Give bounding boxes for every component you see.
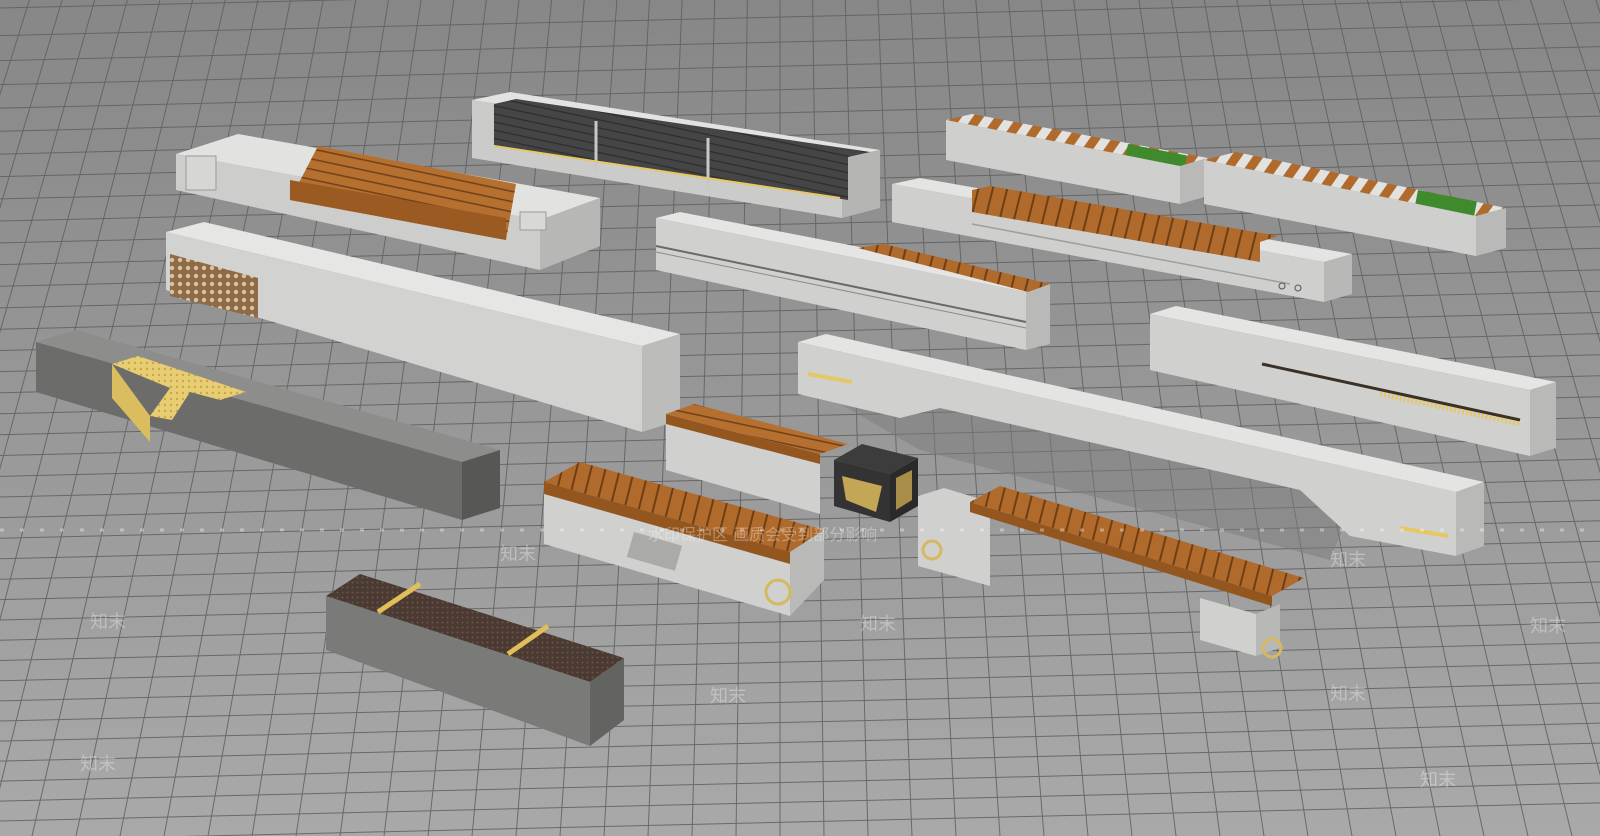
- watermark-mark: 知末: [500, 544, 536, 565]
- watermark-mark: 知末: [90, 612, 126, 633]
- watermark-mark: 知末: [860, 614, 896, 635]
- watermark-mark: 知末: [1330, 684, 1366, 705]
- watermark-mark: 知末: [1330, 550, 1366, 571]
- watermark-mark: 知末: [80, 754, 116, 775]
- watermark-mark: 知末: [1420, 770, 1456, 791]
- watermark-mark: 知末: [710, 686, 746, 707]
- watermark-mark: 知末: [1530, 616, 1566, 637]
- scene-canvas: 水印保护区 画质会受到部分影响 知末 知末 知末 知末 知末 知末 知末 知末 …: [0, 0, 1600, 836]
- watermark-banner: 水印保护区 画质会受到部分影响: [648, 525, 877, 544]
